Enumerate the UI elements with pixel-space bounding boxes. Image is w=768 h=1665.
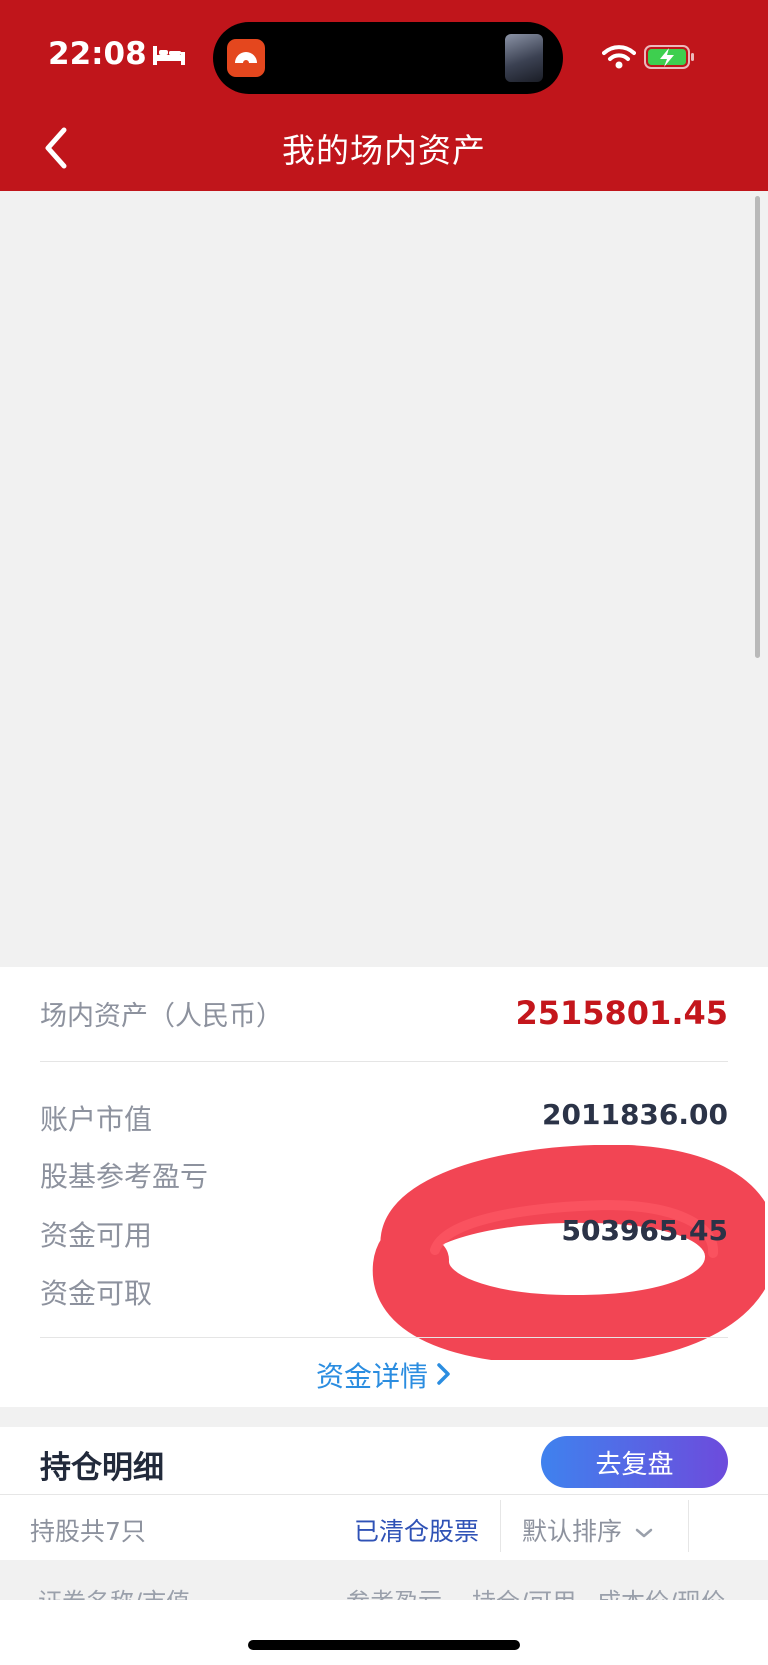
bottom-safe-area [0,1600,768,1665]
divider [40,1337,728,1338]
app-icon [227,39,265,77]
sort-label: 默认排序 [522,1517,623,1546]
sort-dropdown[interactable]: 默认排序 [522,1512,654,1548]
home-indicator[interactable] [248,1640,520,1650]
status-time: 22:08 [48,36,147,72]
divider [0,1494,768,1495]
holdings-column-header: 证券名称/市值 参考盈亏 持仓/可用 成本价/现价 [0,1560,768,1600]
chevron-down-icon [635,1528,653,1538]
cleared-stocks-link[interactable]: 已清仓股票 [354,1512,479,1548]
asset-chart-area [0,191,768,967]
column-header-price: 成本价/现价 [597,1582,725,1600]
fund-details-link[interactable]: 资金详情 [0,1355,768,1395]
separator [688,1500,689,1552]
dynamic-island [213,22,563,94]
holdings-title: 持仓明细 [40,1450,164,1486]
total-assets-value: 2515801.45 [515,994,728,1032]
battery-charging-icon [644,45,694,69]
column-header-position: 持仓/可用 [472,1582,576,1600]
wifi-icon [602,45,636,69]
market-value-label: 账户市值 [40,1103,153,1136]
available-funds-label: 资金可用 [40,1219,153,1252]
market-value-value: 2011836.00 [542,1098,728,1131]
chevron-right-icon [437,1363,450,1385]
bed-icon [153,46,185,65]
page-title: 我的场内资产 [282,131,486,170]
media-thumbnail [505,34,543,82]
app-header: 22:08 我的场内资产 [0,0,768,191]
divider [40,1061,728,1062]
review-button[interactable]: 去复盘 [541,1436,728,1488]
withdrawable-funds-label: 资金可取 [40,1277,153,1310]
column-header-pnl: 参考盈亏 [346,1582,442,1600]
section-gap [0,1407,768,1427]
reference-pnl-label: 股基参考盈亏 [40,1160,209,1193]
available-funds-value-overlay: 503965.45 [561,1214,729,1247]
column-header-security: 证券名称/市值 [38,1582,190,1600]
fund-details-label: 资金详情 [315,1360,428,1393]
scrollbar[interactable] [755,196,760,658]
separator [500,1500,501,1552]
stock-count: 持股共7只 [30,1517,146,1546]
total-assets-label: 场内资产（人民币） [40,1001,283,1032]
